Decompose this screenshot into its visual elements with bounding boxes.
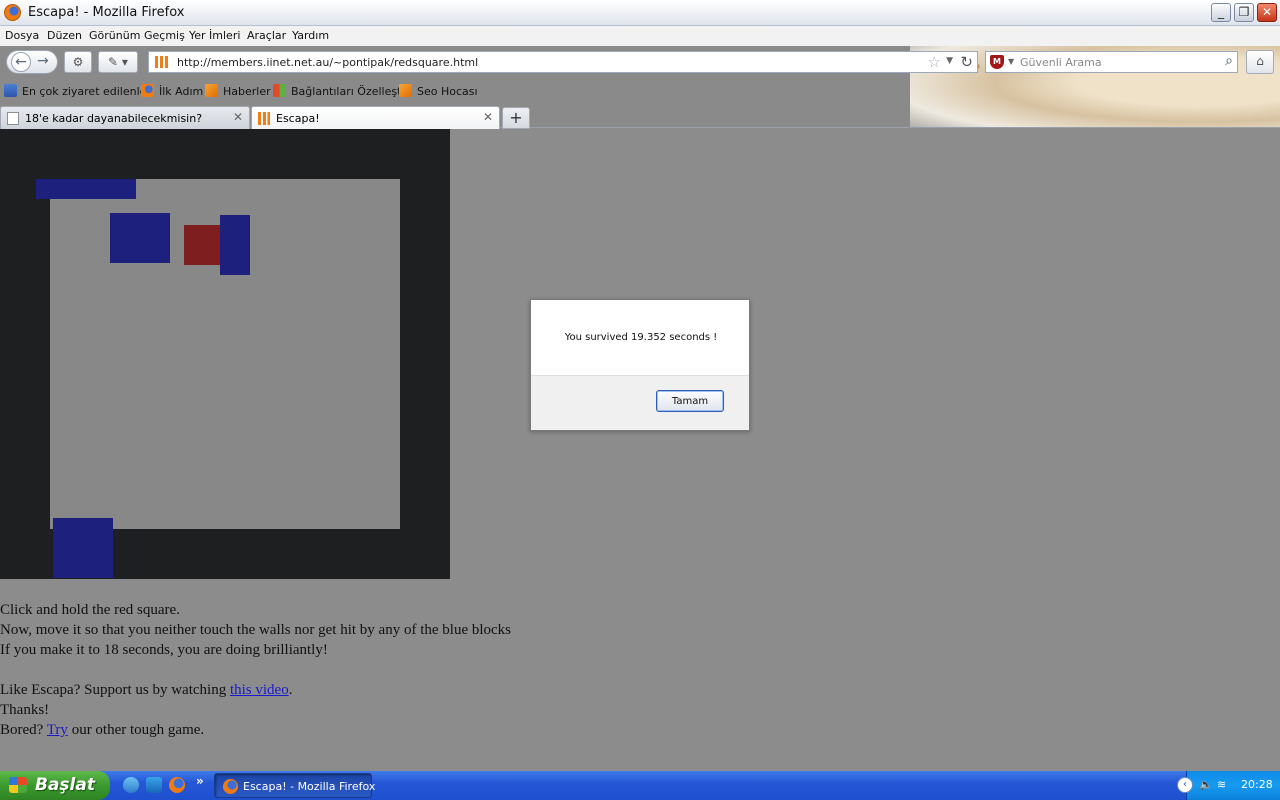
tab-escapa[interactable]: Escapa! ✕: [251, 106, 500, 130]
title-bar: Escapa! - Mozilla Firefox _ ❐ ✕: [0, 0, 1280, 26]
dialog-footer: Tamam: [531, 375, 749, 430]
url-text: http://members.iinet.net.au/~pontipak/re…: [177, 56, 479, 69]
blue-block: [110, 213, 170, 263]
support-line: Like Escapa? Support us by watching this…: [0, 682, 293, 698]
restore-button[interactable]: ❐: [1234, 3, 1254, 22]
red-square[interactable]: [184, 225, 224, 265]
rss-icon: [205, 84, 218, 97]
instruction-line-3: If you make it to 18 seconds, you are do…: [0, 642, 328, 658]
bookmarks-toolbar: En çok ziyaret edilenler İlk Adım Haberl…: [0, 80, 1280, 102]
firefox-icon: [4, 4, 21, 21]
quick-launch-more-icon[interactable]: »: [196, 774, 204, 788]
firefox-icon: [223, 779, 238, 794]
internet-explorer-icon[interactable]: [146, 777, 162, 793]
window-title: Escapa! - Mozilla Firefox: [28, 5, 185, 20]
rss-icon: [399, 84, 412, 97]
search-bar[interactable]: M ▼ ⌕: [985, 51, 1238, 73]
clock: 20:28: [1241, 778, 1273, 791]
blue-block: [36, 179, 136, 199]
bookmark-news[interactable]: Haberler: [205, 84, 271, 98]
close-tab-icon[interactable]: ✕: [233, 110, 243, 124]
volume-icon[interactable]: 🔈: [1199, 778, 1213, 791]
instruction-line-1: Click and hold the red square.: [0, 602, 180, 618]
menu-bookmarks[interactable]: Yer İmleri: [189, 29, 240, 42]
search-engine-dropdown-icon[interactable]: ▼: [1008, 57, 1014, 66]
game-board: [0, 129, 450, 579]
tab-18e-kadar[interactable]: 18'e kadar dayanabilecekmisin? ✕: [0, 106, 250, 129]
firefox-icon: [141, 84, 154, 97]
url-dropdown-icon[interactable]: ▼: [946, 56, 953, 66]
system-tray: ‹ 🔈 ≋ 20:28: [1177, 771, 1280, 800]
start-button[interactable]: Başlat: [0, 771, 110, 800]
bookmark-most-visited[interactable]: En çok ziyaret edilenler: [4, 84, 151, 98]
alert-dialog: You survived 19.352 seconds ! Tamam: [530, 299, 750, 431]
bookmark-seo-hocasi[interactable]: Seo Hocası: [399, 84, 478, 98]
try-link[interactable]: Try: [47, 722, 68, 738]
page-content: Click and hold the red square. Now, move…: [0, 129, 1280, 771]
instructions-text: Click and hold the red square. Now, move…: [0, 600, 511, 740]
bookmark-customize-links[interactable]: Bağlantıları Özelleştir: [273, 84, 409, 98]
thanks-line: Thanks!: [0, 702, 50, 718]
wireless-network-icon[interactable]: ≋: [1217, 778, 1230, 791]
mcafee-shield-icon[interactable]: M: [990, 55, 1004, 69]
blue-block: [53, 518, 113, 578]
taskbar-button-firefox[interactable]: Escapa! - Mozilla Firefox: [214, 773, 375, 798]
dialog-message: You survived 19.352 seconds !: [564, 332, 718, 343]
ok-button[interactable]: Tamam: [656, 390, 724, 412]
site-favicon: [154, 55, 168, 69]
addon-button[interactable]: ⚙: [64, 51, 92, 73]
site-favicon: [258, 112, 270, 125]
back-forward-group: ← →: [6, 50, 58, 74]
menu-history[interactable]: Geçmiş: [144, 29, 185, 42]
tab-strip: 18'e kadar dayanabilecekmisin? ✕ Escapa!…: [0, 104, 1280, 130]
bookmark-getting-started[interactable]: İlk Adım: [141, 84, 203, 98]
menu-file[interactable]: Dosya: [5, 29, 39, 42]
reload-icon[interactable]: ↻: [960, 53, 973, 71]
close-window-button[interactable]: ✕: [1257, 3, 1277, 22]
menu-tools[interactable]: Araçlar: [247, 29, 286, 42]
back-button[interactable]: ←: [11, 52, 31, 72]
menu-edit[interactable]: Düzen: [47, 29, 82, 42]
menu-help[interactable]: Yardım: [292, 29, 329, 42]
pencil-menu-button[interactable]: ✎ ▾: [98, 51, 138, 73]
search-input[interactable]: [1020, 54, 1210, 70]
windows-icon: [273, 84, 286, 97]
instruction-line-2: Now, move it so that you neither touch t…: [0, 622, 512, 638]
smart-folder-icon: [4, 84, 17, 97]
this-video-link[interactable]: this video: [230, 682, 289, 698]
page-icon: [7, 112, 19, 125]
home-button[interactable]: ⌂: [1246, 50, 1274, 74]
firefox-icon[interactable]: [169, 777, 185, 793]
search-icon[interactable]: ⌕: [1225, 53, 1233, 69]
navigation-toolbar: ← → ⚙ ✎ ▾ http://members.iinet.net.au/~p…: [0, 46, 1280, 78]
new-tab-button[interactable]: +: [502, 107, 530, 129]
bored-line: Bored? Try our other tough game.: [0, 722, 205, 738]
minimize-button[interactable]: _: [1211, 3, 1231, 22]
bookmark-star-icon[interactable]: ☆: [928, 53, 941, 71]
forward-button[interactable]: →: [37, 53, 49, 69]
menu-view[interactable]: Görünüm: [89, 29, 140, 42]
menu-bar: Dosya Düzen Görünüm Geçmiş Yer İmleri Ar…: [0, 26, 1280, 46]
messenger-icon[interactable]: [123, 777, 139, 793]
show-hidden-icons-button[interactable]: ‹: [1177, 777, 1193, 793]
url-bar[interactable]: http://members.iinet.net.au/~pontipak/re…: [148, 51, 978, 73]
windows-flag-icon: [9, 777, 27, 793]
taskbar: Başlat » Escapa! - Mozilla Firefox ‹ 🔈 ≋…: [0, 771, 1280, 800]
blue-block: [220, 215, 250, 275]
close-tab-icon[interactable]: ✕: [483, 110, 493, 124]
